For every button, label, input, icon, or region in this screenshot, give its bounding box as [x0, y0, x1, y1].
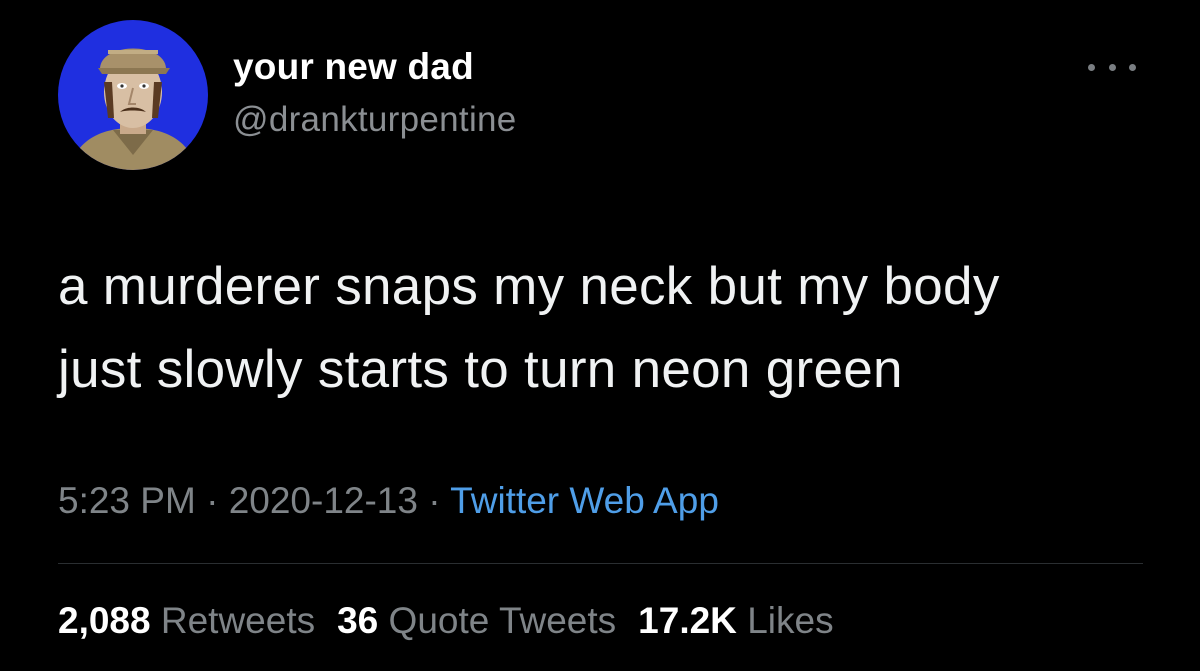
quote-tweets-count: 36	[337, 600, 379, 641]
tweet-text-line: just slowly starts to turn neon green	[58, 340, 903, 399]
retweets-label: Retweets	[160, 600, 316, 641]
tweet-stats: 2,088 Retweets 36 Quote Tweets 17.2K Likes	[58, 600, 856, 642]
more-dot	[1129, 63, 1136, 71]
likes-stat[interactable]: 17.2K Likes	[638, 600, 833, 642]
likes-count: 17.2K	[638, 600, 737, 641]
tweet-text-line: a murderer snaps my neck but my body	[58, 257, 1000, 316]
author-handle[interactable]: @drankturpentine	[233, 100, 517, 140]
author-name[interactable]: your new dad	[233, 46, 474, 88]
tweet-text: a murderer snaps my neck but my body jus…	[58, 245, 1168, 411]
tweet-detail: your new dad @drankturpentine a murderer…	[0, 0, 1200, 671]
tweet-source-link[interactable]: Twitter Web App	[450, 480, 719, 521]
more-options-icon[interactable]	[1088, 52, 1136, 82]
tweet-time[interactable]: 5:23 PM	[58, 480, 196, 521]
meta-separator: ·	[195, 480, 229, 521]
likes-label: Likes	[747, 600, 834, 641]
divider	[58, 563, 1143, 564]
quote-tweets-stat[interactable]: 36 Quote Tweets	[337, 600, 616, 642]
tweet-meta: 5:23 PM · 2020-12-13 · Twitter Web App	[58, 480, 719, 522]
profile-portrait-icon	[58, 20, 208, 170]
tweet-date[interactable]: 2020-12-13	[229, 480, 418, 521]
retweets-count: 2,088	[58, 600, 151, 641]
avatar[interactable]	[58, 20, 208, 170]
more-dot	[1108, 63, 1116, 71]
quote-tweets-label: Quote Tweets	[388, 600, 617, 641]
retweets-stat[interactable]: 2,088 Retweets	[58, 600, 315, 642]
more-dot	[1088, 63, 1095, 71]
meta-separator: ·	[417, 480, 451, 521]
